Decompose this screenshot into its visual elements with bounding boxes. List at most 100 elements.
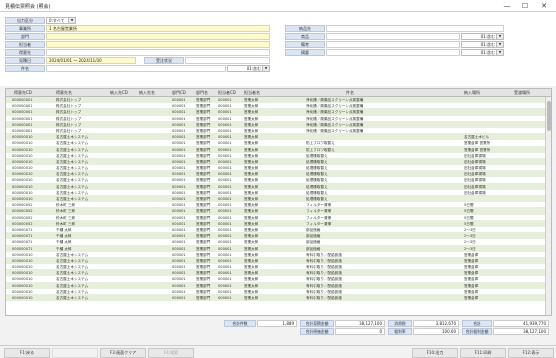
customer-field[interactable]: [46, 49, 270, 56]
product-field[interactable]: [326, 33, 460, 40]
table-cell: 000001: [172, 221, 186, 226]
deliver-field[interactable]: [326, 25, 504, 32]
table-cell: 000000071: [12, 227, 33, 232]
table-cell: 000001: [172, 277, 186, 282]
period-field[interactable]: 2024/01/01 〜 2024/11/30: [46, 57, 136, 64]
col-header[interactable]: 担当者CD: [218, 90, 236, 96]
col-header[interactable]: 受渡場所: [514, 90, 530, 96]
fkey-empty: [52, 348, 98, 358]
person-field[interactable]: [46, 41, 270, 48]
remark-field[interactable]: [326, 41, 460, 48]
col-header[interactable]: 納入先CD: [110, 90, 128, 96]
minimize-icon[interactable]: —: [498, 1, 516, 11]
vertical-scrollbar[interactable]: [545, 97, 551, 315]
dept-field[interactable]: [46, 33, 270, 40]
table-cell: 000000010: [12, 252, 33, 257]
function-key-bar: F1:戻る F3:画面クリア F4:検索 F10:出力 F11:印刷 F12:表…: [0, 345, 556, 358]
table-cell: 名古屋土木システム: [56, 296, 89, 300]
table-cell: 000001: [172, 153, 186, 158]
table-cell: 000000071: [12, 246, 33, 251]
table-cell: 000001: [172, 197, 186, 201]
table-cell: 000001: [172, 246, 186, 251]
cost-value: 0: [335, 328, 385, 335]
tax-value: 3,812,670: [413, 320, 459, 327]
deliver-label: 納品先: [285, 25, 325, 32]
display-button[interactable]: F12:表示: [508, 348, 554, 358]
table-cell: 000001: [218, 190, 232, 195]
col-header[interactable]: 担当者名: [244, 90, 260, 96]
search-button[interactable]: F4:検索: [148, 348, 194, 358]
table-cell: 000000071: [12, 234, 33, 239]
memo-field[interactable]: [326, 49, 460, 56]
table-cell: 000000010: [12, 197, 33, 201]
export-button[interactable]: F10:出力: [412, 348, 458, 358]
window-title: 見積伝票照会 (照会): [5, 4, 51, 10]
grid-header: 得意先CD 得意先名 納入先CD 納入先名 部門CD 部門名 担当者CD 担当者…: [6, 89, 551, 97]
table-cell: 000001: [172, 215, 186, 220]
table-cell: 000000010: [12, 135, 33, 140]
table-cell: 000001: [218, 277, 232, 282]
table-cell: 000001: [172, 190, 186, 195]
table-cell: 000001: [172, 159, 186, 164]
table-cell: 000000071: [12, 240, 33, 245]
col-header[interactable]: 得意先CD: [14, 90, 32, 96]
table-cell: 000001: [172, 184, 186, 189]
totals-panel: 合計件数 1,889 合計見積金額 38,127,100 消費税 3,812,6…: [0, 318, 556, 340]
item-match-select[interactable]: 01:含む ▼: [227, 65, 270, 72]
table-cell: 000001: [172, 104, 186, 109]
table-cell: 000001: [218, 122, 232, 127]
chevron-down-icon: ▼: [496, 42, 503, 47]
col-header[interactable]: 納入場所: [464, 90, 480, 96]
memo-label: 摘要: [285, 49, 325, 56]
table-cell: 000001: [172, 172, 186, 177]
print-button[interactable]: F11:印刷: [460, 348, 506, 358]
table-cell: 000000010: [12, 296, 33, 300]
item-field[interactable]: [46, 65, 226, 72]
col-header[interactable]: 納入先名: [139, 90, 155, 96]
table-cell: 000001: [218, 227, 232, 232]
table-cell: 000000010: [12, 277, 33, 282]
remark-match-select[interactable]: 01:含む ▼: [461, 41, 504, 48]
table-cell: 000001: [172, 122, 186, 127]
col-header[interactable]: 件名: [346, 90, 354, 96]
table-cell: 000001: [218, 159, 232, 164]
table-cell: 000000010: [12, 184, 33, 189]
maximize-icon[interactable]: ☐: [516, 1, 534, 11]
status-field[interactable]: [185, 57, 270, 64]
table-cell: 000001: [218, 234, 232, 239]
count-value: 1,889: [257, 320, 297, 327]
output-select[interactable]: 0:すべて ▼: [46, 17, 76, 24]
table-cell: 000001: [218, 116, 232, 121]
table-cell: 000001: [218, 240, 232, 245]
clear-button[interactable]: F3:画面クリア: [100, 348, 146, 358]
count-label: 合計件数: [224, 320, 256, 327]
table-cell: 有料引取り／配給設施: [306, 296, 342, 300]
table-cell: 000000010: [12, 172, 33, 177]
table-cell: 000000010: [12, 178, 33, 183]
scroll-thumb[interactable]: [547, 101, 551, 131]
table-cell: 000001: [218, 98, 232, 102]
tax-label: 消費税: [388, 320, 412, 327]
table-cell: 000000010: [12, 271, 33, 276]
table-cell: 000001: [218, 203, 232, 208]
col-header[interactable]: 得意先名: [56, 90, 72, 96]
office-field[interactable]: 1 名古屋営業所: [46, 25, 270, 32]
amount-label: 合計見積金額: [300, 320, 334, 327]
table-cell: 000000001: [12, 110, 33, 115]
output-label: 出力区分: [5, 17, 45, 24]
table-cell: 000001: [172, 289, 186, 294]
total-label: 合計: [462, 320, 492, 327]
table-cell: 000000010: [12, 190, 33, 195]
close-icon[interactable]: ✕: [535, 1, 553, 11]
col-header[interactable]: 部門CD: [172, 90, 186, 96]
table-cell: 000001: [218, 147, 232, 152]
back-button[interactable]: F1:戻る: [4, 348, 50, 358]
chevron-down-icon: ▼: [68, 18, 75, 23]
table-row[interactable]: 000000010 名古屋土木システム 000001 営業部門 000001 営業太郎 有料…: [6, 295, 551, 302]
table-cell: 000001: [172, 166, 186, 171]
results-grid[interactable]: 得意先CD 得意先名 納入先CD 納入先名 部門CD 部門名 担当者CD 担当者…: [5, 88, 552, 316]
table-cell: 営業部門: [196, 296, 211, 300]
col-header[interactable]: 部門名: [196, 90, 208, 96]
product-match-select[interactable]: 01:含む ▼: [461, 33, 504, 40]
memo-match-select[interactable]: 01:含む ▼: [461, 49, 504, 56]
